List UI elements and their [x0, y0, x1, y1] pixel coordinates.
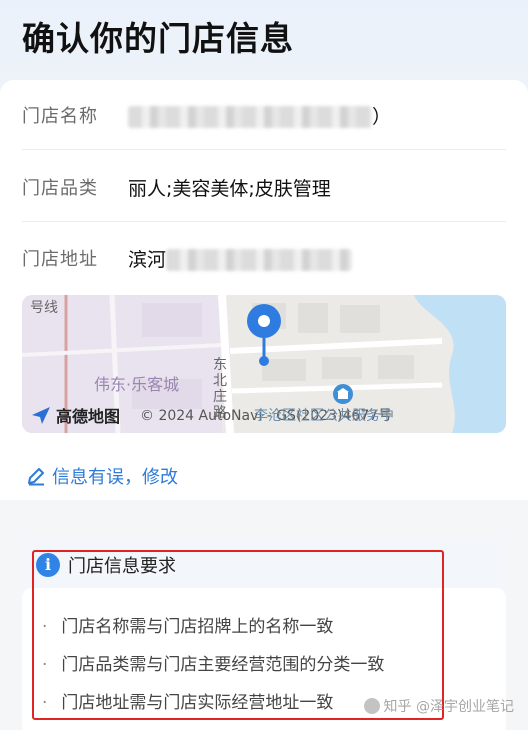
store-location-map[interactable]: 号线 伟东·乐客城 东北庄路 高德地图 © 2024 AutoNavi - GS… [22, 295, 506, 433]
store-category-label: 门店品类 [22, 178, 98, 199]
watermark-text: 知乎 @泽宇创业笔记 [383, 699, 514, 715]
requirement-item: · 门店品类需与门店主要经营范围的分类一致 [42, 655, 385, 675]
store-name-value: ） [128, 102, 391, 129]
amap-logo-icon [32, 407, 50, 424]
store-name-row: 门店名称 ） [22, 80, 506, 150]
info-icon: i [36, 553, 60, 577]
store-address-label: 门店地址 [22, 249, 98, 270]
store-address-value: 滨河 [128, 245, 353, 272]
edit-info-link[interactable]: 信息有误，修改 [26, 463, 178, 489]
store-info-card: 门店名称 ） 门店品类 丽人;美容美体;皮肤管理 门店地址 滨河 号线 伟东·乐… [0, 80, 528, 500]
requirements-title: 门店信息要求 [68, 556, 176, 577]
watermark-logo-icon [363, 698, 380, 714]
requirement-item: · 门店名称需与门店招牌上的名称一致 [42, 617, 334, 637]
store-name-label: 门店名称 [22, 106, 98, 127]
map-road-label-left: 号线 [30, 300, 58, 316]
map-poi-label: 李沧区社区公共服务中 [254, 408, 394, 424]
requirement-item: · 门店地址需与门店实际经营地址一致 [42, 693, 334, 713]
store-address-head: 滨河 [128, 248, 167, 271]
blurred-text [166, 249, 353, 271]
store-address-row: 门店地址 滨河 [22, 223, 506, 293]
poi-building-icon [333, 384, 353, 404]
page-title: 确认你的门店信息 [22, 19, 294, 58]
amap-logo-text: 高德地图 [56, 407, 121, 426]
watermark: 知乎 @泽宇创业笔记 [363, 696, 514, 716]
store-category-row: 门店品类 丽人;美容美体;皮肤管理 [22, 152, 506, 222]
map-district-label: 伟东·乐客城 [94, 375, 180, 394]
store-name-tail: ） [372, 105, 392, 128]
requirements-header: i 门店信息要求 [36, 552, 176, 578]
edit-pencil-icon [28, 468, 44, 486]
edit-info-label: 信息有误，修改 [52, 467, 178, 488]
amap-logo: 高德地图 [30, 403, 120, 427]
store-category-value: 丽人;美容美体;皮肤管理 [128, 177, 331, 200]
location-pin-icon [247, 304, 281, 366]
blurred-text [128, 106, 372, 128]
